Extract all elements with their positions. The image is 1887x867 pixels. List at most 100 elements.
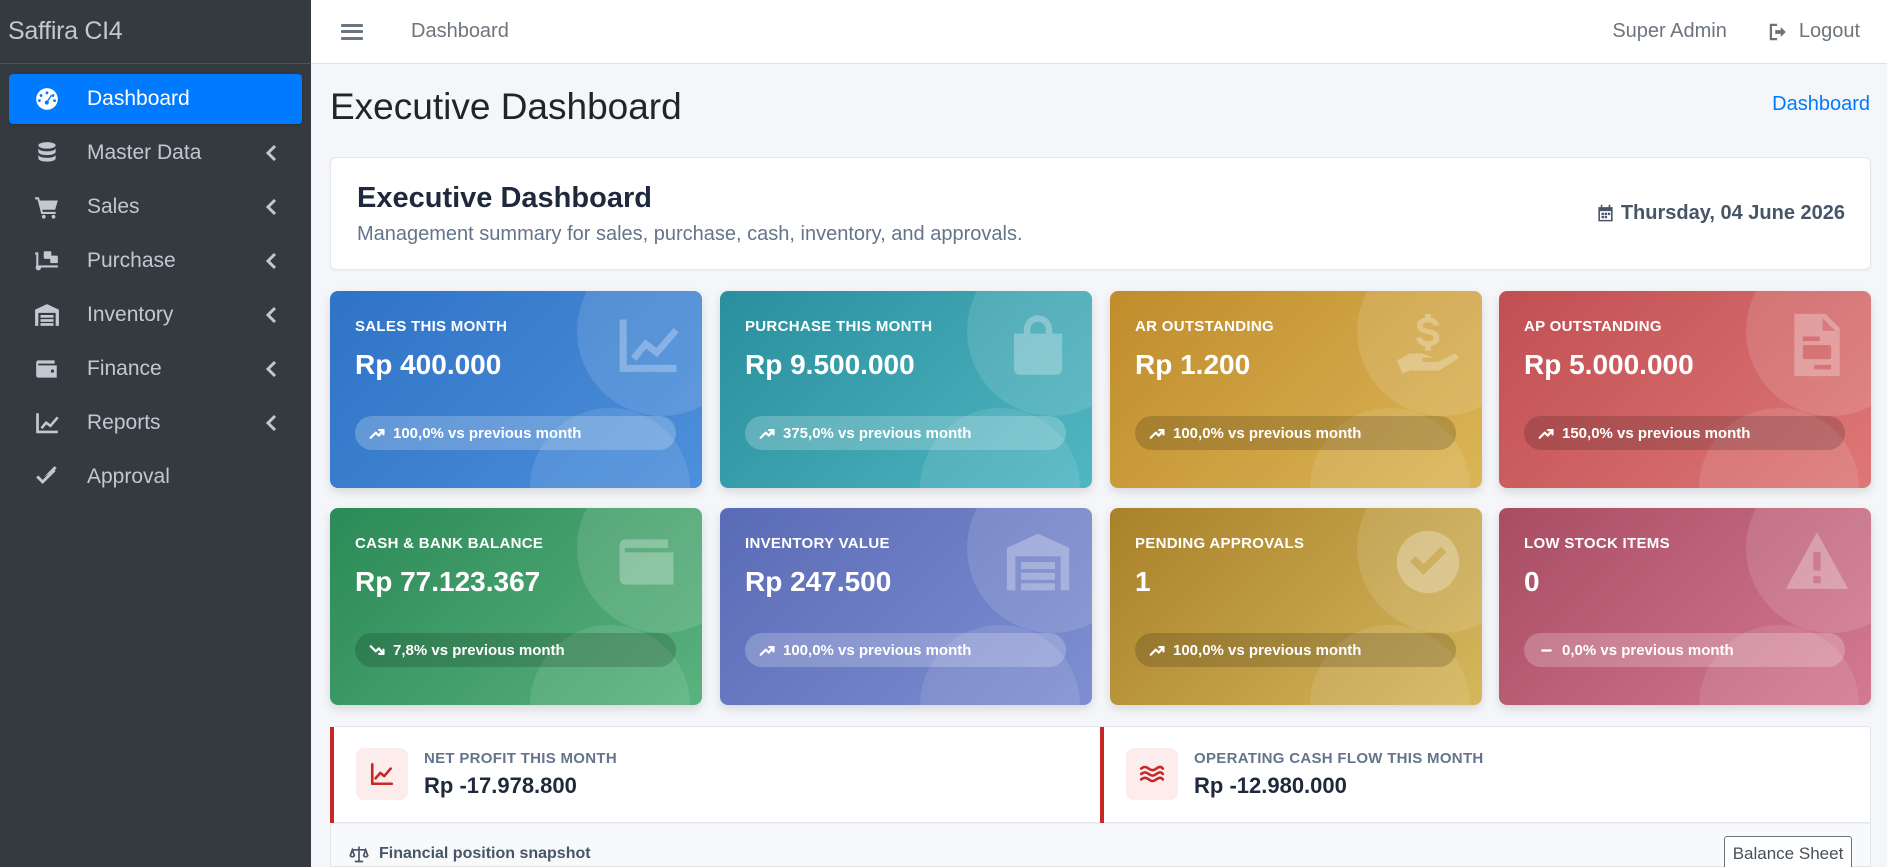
hamburger-icon[interactable] (341, 22, 363, 42)
kpi-cash-bank-balance[interactable]: CASH & BANK BALANCE Rp 77.123.367 7,8% v… (330, 508, 702, 705)
intro-card: Executive Dashboard Management summary f… (330, 157, 1871, 270)
calendar-icon (1598, 204, 1613, 222)
kpi-value: 1 (1135, 566, 1151, 597)
summary-strip: NET PROFIT THIS MONTH Rp -17.978.800 OPE… (330, 726, 1871, 823)
balance-sheet-button[interactable]: Balance Sheet (1724, 836, 1852, 867)
kpi-trend: 150,0% vs previous month (1524, 416, 1845, 450)
chevron-left-icon (262, 305, 282, 325)
intro-subtitle: Management summary for sales, purchase, … (357, 223, 1023, 245)
summary-value: Rp -17.978.800 (424, 773, 577, 798)
warehouse-icon (33, 301, 61, 329)
warning-icon (1783, 528, 1851, 596)
logout-button[interactable]: Logout (1767, 20, 1860, 43)
summary-label: NET PROFIT THIS MONTH (424, 750, 617, 767)
user-name[interactable]: Super Admin (1612, 20, 1727, 43)
brand-name: Saffira CI4 (8, 17, 123, 45)
kpi-value: Rp 247.500 (745, 566, 892, 597)
shopping-bag-icon (1004, 311, 1072, 379)
database-icon (33, 139, 61, 167)
chevron-left-icon (262, 413, 282, 433)
trend-up-icon (1149, 428, 1165, 439)
trend-up-icon (1149, 645, 1165, 656)
sidebar-item-label: Approval (87, 465, 170, 488)
trend-down-icon (369, 644, 385, 655)
kpi-trend-text: 150,0% vs previous month (1562, 424, 1751, 442)
kpi-value: Rp 400.000 (355, 349, 502, 380)
sidebar: Saffira CI4 Dashboard Master Data Sales (0, 0, 311, 867)
sidebar-item-dashboard[interactable]: Dashboard (9, 74, 302, 124)
trend-flat-icon (1541, 648, 1552, 652)
sidebar-item-purchase[interactable]: Purchase (9, 236, 302, 286)
kpi-value: Rp 9.500.000 (745, 349, 915, 380)
kpi-label: AR OUTSTANDING (1135, 318, 1274, 335)
kpi-trend: 100,0% vs previous month (1135, 416, 1456, 450)
kpi-trend: 7,8% vs previous month (355, 633, 676, 667)
navbar-right: Super Admin Logout (1612, 20, 1860, 43)
kpi-trend: 100,0% vs previous month (355, 416, 676, 450)
summary-label: OPERATING CASH FLOW THIS MONTH (1194, 750, 1484, 767)
snapshot-title-text: Financial position snapshot (379, 845, 591, 862)
chart-line-icon (33, 409, 61, 437)
kpi-value: Rp 1.200 (1135, 349, 1251, 380)
wallet-icon (614, 528, 682, 596)
sidebar-item-label: Finance (87, 357, 162, 380)
trend-up-icon (759, 645, 775, 656)
kpi-purchase-this-month[interactable]: PURCHASE THIS MONTH Rp 9.500.000 375,0% … (720, 291, 1092, 488)
navbar-dashboard-link[interactable]: Dashboard (411, 20, 509, 43)
kpi-trend-text: 100,0% vs previous month (1173, 641, 1362, 659)
operating-cash-flow-card[interactable]: OPERATING CASH FLOW THIS MONTH Rp -12.98… (1100, 727, 1872, 823)
sidebar-item-master-data[interactable]: Master Data (9, 128, 302, 178)
financial-snapshot-header: Financial position snapshot Balance Shee… (330, 823, 1871, 867)
sidebar-item-label: Inventory (87, 303, 174, 326)
kpi-ar-outstanding[interactable]: AR OUTSTANDING Rp 1.200 100,0% vs previo… (1110, 291, 1482, 488)
kpi-trend-text: 100,0% vs previous month (1173, 424, 1362, 442)
breadcrumb[interactable]: Dashboard (1772, 93, 1870, 116)
kpi-trend-text: 100,0% vs previous month (393, 424, 582, 442)
kpi-label: INVENTORY VALUE (745, 535, 890, 552)
sidebar-item-label: Dashboard (87, 87, 190, 110)
snapshot-title: Financial position snapshot (349, 844, 591, 864)
trend-up-icon (759, 428, 775, 439)
wallet-icon (33, 355, 61, 383)
kpi-label: CASH & BANK BALANCE (355, 535, 544, 552)
kpi-trend: 375,0% vs previous month (745, 416, 1066, 450)
chart-line-icon (614, 311, 682, 379)
sidebar-item-sales[interactable]: Sales (9, 182, 302, 232)
chevron-left-icon (262, 251, 282, 271)
water-icon (1126, 748, 1178, 800)
trend-up-icon (1538, 428, 1554, 439)
sidebar-item-inventory[interactable]: Inventory (9, 290, 302, 340)
chevron-left-icon (262, 197, 282, 217)
sign-out-icon (1769, 23, 1786, 40)
kpi-label: PENDING APPROVALS (1135, 535, 1305, 552)
balance-scale-icon (349, 846, 369, 863)
kpi-low-stock-items[interactable]: LOW STOCK ITEMS 0 0,0% vs previous month (1499, 508, 1871, 705)
kpi-trend: 100,0% vs previous month (1135, 633, 1456, 667)
hand-dollar-icon (1394, 311, 1462, 379)
kpi-label: LOW STOCK ITEMS (1524, 535, 1670, 552)
kpi-value: Rp 5.000.000 (1524, 349, 1694, 380)
invoice-icon (1783, 311, 1851, 379)
page-title: Executive Dashboard (330, 86, 682, 127)
brand[interactable]: Saffira CI4 (0, 0, 311, 64)
check-double-icon (33, 463, 61, 491)
kpi-trend: 100,0% vs previous month (745, 633, 1066, 667)
sidebar-item-approval[interactable]: Approval (9, 452, 302, 502)
current-date: Thursday, 04 June 2026 (1596, 202, 1845, 225)
kpi-ap-outstanding[interactable]: AP OUTSTANDING Rp 5.000.000 150,0% vs pr… (1499, 291, 1871, 488)
summary-value: Rp -12.980.000 (1194, 773, 1347, 798)
sidebar-item-reports[interactable]: Reports (9, 398, 302, 448)
tachometer-icon (33, 85, 61, 113)
sidebar-item-finance[interactable]: Finance (9, 344, 302, 394)
chevron-left-icon (262, 359, 282, 379)
warehouse-icon (1004, 528, 1072, 596)
kpi-sales-this-month[interactable]: SALES THIS MONTH Rp 400.000 100,0% vs pr… (330, 291, 702, 488)
chevron-left-icon (262, 143, 282, 163)
kpi-label: AP OUTSTANDING (1524, 318, 1662, 335)
date-text: Thursday, 04 June 2026 (1620, 202, 1845, 224)
sidebar-item-label: Reports (87, 411, 161, 434)
kpi-trend-text: 0,0% vs previous month (1562, 641, 1734, 659)
kpi-inventory-value[interactable]: INVENTORY VALUE Rp 247.500 100,0% vs pre… (720, 508, 1092, 705)
kpi-pending-approvals[interactable]: PENDING APPROVALS 1 100,0% vs previous m… (1110, 508, 1482, 705)
net-profit-card[interactable]: NET PROFIT THIS MONTH Rp -17.978.800 (330, 727, 1100, 823)
